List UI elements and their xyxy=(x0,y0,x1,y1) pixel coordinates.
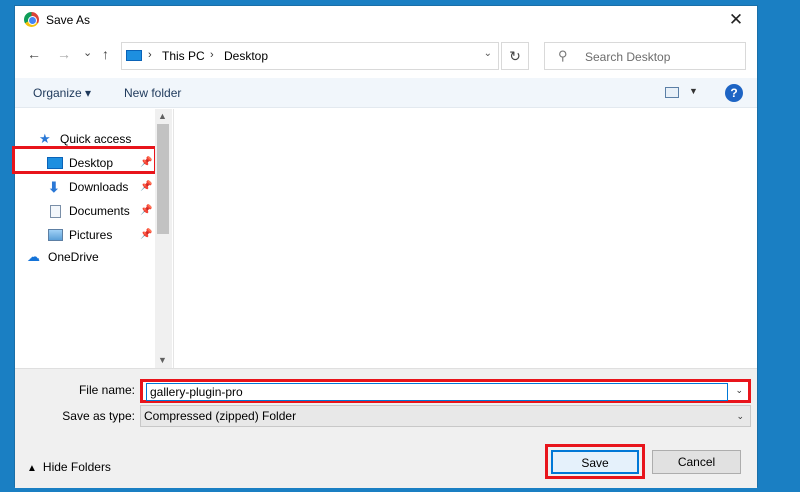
tree-label: Documents xyxy=(69,204,130,218)
chevron-up-icon: ▲ xyxy=(27,463,37,474)
scroll-up-icon[interactable]: ▲ xyxy=(158,111,167,121)
view-dropdown-icon[interactable]: ▼ xyxy=(689,86,698,96)
save-type-select[interactable]: Compressed (zipped) Folder ⌄ xyxy=(140,405,751,427)
tree-label: OneDrive xyxy=(48,250,99,264)
chevron-down-icon[interactable]: ⌄ xyxy=(484,48,492,59)
scroll-thumb[interactable] xyxy=(157,124,169,234)
scroll-down-icon[interactable]: ▼ xyxy=(158,355,167,365)
tree-item-documents[interactable]: Documents 📌 xyxy=(47,200,171,222)
file-name-input[interactable]: gallery-plugin-pro xyxy=(146,383,728,401)
pin-icon[interactable]: 📌 xyxy=(140,176,152,198)
file-name-highlight-box: gallery-plugin-pro ⌄ xyxy=(140,379,751,403)
save-as-dialog: Save As ✕ ← → ⌄ ↑ › This PC › Desktop ⌄ … xyxy=(12,5,758,488)
back-arrow-icon[interactable]: ← xyxy=(27,46,41,62)
tree-item-onedrive[interactable]: ☁ OneDrive xyxy=(27,246,157,268)
hide-folders-button[interactable]: ▲ Hide Folders xyxy=(27,460,111,474)
save-options-panel: File name: gallery-plugin-pro ⌄ Save as … xyxy=(15,368,757,488)
tree-label: Downloads xyxy=(69,180,129,194)
file-list-pane[interactable] xyxy=(174,109,757,371)
save-type-label: Save as type: xyxy=(62,409,135,423)
desktop-highlight-box xyxy=(12,146,157,174)
search-placeholder: Search Desktop xyxy=(585,50,671,64)
tree-item-pictures[interactable]: Pictures 📌 xyxy=(47,224,171,246)
close-button[interactable]: ✕ xyxy=(715,6,757,33)
forward-arrow-icon[interactable]: → xyxy=(57,46,71,62)
search-icon: ⚲ xyxy=(558,48,568,63)
recent-locations-icon[interactable]: ⌄ xyxy=(83,46,92,59)
view-options-icon[interactable] xyxy=(665,87,679,98)
window-title: Save As xyxy=(46,13,91,27)
file-name-label: File name: xyxy=(78,383,135,397)
chrome-icon xyxy=(24,12,39,27)
breadcrumb-this-pc[interactable]: This PC xyxy=(162,49,205,63)
title-bar: Save As ✕ xyxy=(15,6,757,33)
up-arrow-icon[interactable]: ↑ xyxy=(102,46,109,62)
document-icon xyxy=(50,205,61,218)
help-icon[interactable]: ? xyxy=(725,84,743,102)
picture-icon xyxy=(48,229,63,241)
navigation-scrollbar[interactable]: ▲ ▼ xyxy=(155,109,172,371)
refresh-button[interactable]: ↻ xyxy=(501,42,529,70)
chevron-right-icon[interactable]: › xyxy=(210,49,214,61)
navigation-bar: ← → ⌄ ↑ › This PC › Desktop ⌄ ↻ ⚲ Search… xyxy=(15,38,757,72)
save-button[interactable]: Save xyxy=(551,450,639,474)
command-bar: Organize ▾ New folder ▼ ? xyxy=(15,78,757,108)
pin-icon[interactable]: 📌 xyxy=(140,200,152,222)
hide-folders-label: Hide Folders xyxy=(42,460,111,474)
chevron-down-icon[interactable]: ⌄ xyxy=(736,410,744,422)
organize-menu[interactable]: Organize ▾ xyxy=(33,86,91,100)
tree-label: Pictures xyxy=(69,228,113,242)
new-folder-button[interactable]: New folder xyxy=(124,86,181,100)
download-icon: ⬇ xyxy=(48,179,60,195)
search-input[interactable]: ⚲ Search Desktop xyxy=(544,42,746,70)
address-bar[interactable]: › This PC › Desktop ⌄ xyxy=(121,42,499,70)
this-pc-icon xyxy=(126,50,142,61)
tree-item-downloads[interactable]: ⬇ Downloads 📌 xyxy=(47,176,171,198)
chevron-right-icon[interactable]: › xyxy=(148,49,152,61)
cancel-button[interactable]: Cancel xyxy=(652,450,741,474)
pin-icon[interactable]: 📌 xyxy=(140,224,152,246)
chevron-down-icon[interactable]: ⌄ xyxy=(735,385,743,396)
breadcrumb-desktop[interactable]: Desktop xyxy=(224,49,268,63)
cloud-icon: ☁ xyxy=(27,249,40,264)
save-type-value: Compressed (zipped) Folder xyxy=(144,409,297,423)
